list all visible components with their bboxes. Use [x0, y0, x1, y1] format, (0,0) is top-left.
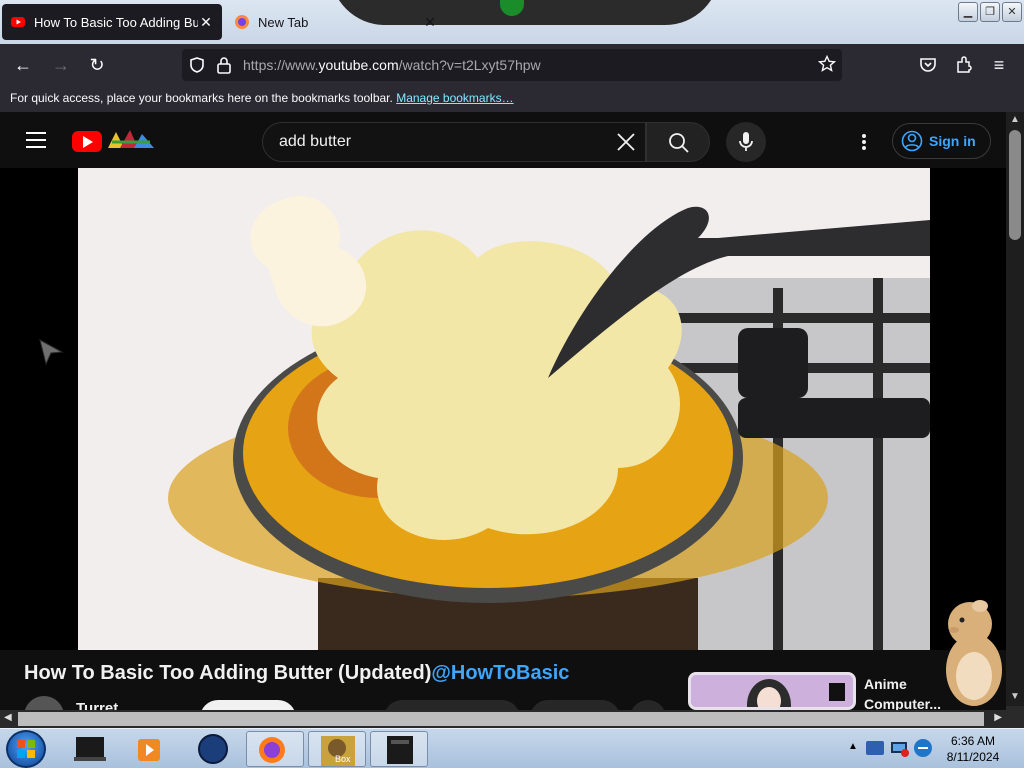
- tab-close-button[interactable]: ✕: [422, 14, 438, 31]
- scrollbar-corner: [1006, 706, 1024, 728]
- youtube-favicon-icon: [11, 17, 25, 27]
- voice-search-button[interactable]: [726, 122, 766, 162]
- tray-app-icon[interactable]: [864, 737, 886, 759]
- windows-logo-icon: [17, 740, 35, 758]
- video-player[interactable]: [78, 168, 930, 650]
- show-hidden-icons[interactable]: ▲: [848, 741, 858, 752]
- forward-icon[interactable]: →: [50, 54, 72, 76]
- url-text: https://www.youtube.com/watch?v=t2Lxyt57…: [243, 57, 541, 73]
- horizontal-scrollbar-thumb[interactable]: [18, 712, 984, 726]
- window-icon: [387, 736, 413, 764]
- clear-search-icon[interactable]: [615, 131, 637, 153]
- scroll-down-icon[interactable]: ▼: [1010, 691, 1020, 702]
- taskbar: Box ▲ 6:36 AM 8/11/2024: [0, 728, 1024, 768]
- clock[interactable]: 6:36 AM 8/11/2024: [938, 733, 1008, 765]
- tab-youtube[interactable]: How To Basic Too Adding Butte ✕: [2, 4, 222, 40]
- taskbar-app-globe[interactable]: [184, 731, 242, 767]
- box-app-label: Box: [335, 754, 351, 764]
- network-icon[interactable]: [888, 737, 910, 759]
- channel-name[interactable]: Turret: [76, 700, 118, 710]
- search-box[interactable]: add butter: [262, 122, 646, 162]
- globe-icon: [198, 734, 228, 764]
- edge-icon[interactable]: [912, 737, 934, 759]
- scroll-right-icon[interactable]: ▶: [994, 712, 1002, 723]
- search-icon: [669, 133, 689, 153]
- pocket-icon[interactable]: [918, 55, 938, 75]
- youtube-logo[interactable]: [72, 131, 102, 152]
- channel-avatar[interactable]: [24, 696, 64, 710]
- tab-title: How To Basic Too Adding Butte: [34, 14, 198, 30]
- search-button[interactable]: [646, 122, 710, 162]
- screen: { "browser": { "tabs": [ {"title": "How …: [0, 0, 1024, 768]
- bookmarks-toolbar: For quick access, place your bookmarks h…: [0, 86, 1024, 112]
- youtube-doodle-logo[interactable]: [106, 128, 156, 152]
- desktop-pet-hamster[interactable]: [940, 596, 1006, 708]
- taskbar-app-terminal[interactable]: [60, 731, 118, 767]
- microphone-icon: [739, 132, 753, 151]
- lock-icon[interactable]: [216, 56, 232, 74]
- video-frame: [78, 168, 930, 650]
- thumbnail-image: [691, 675, 853, 707]
- scroll-up-icon[interactable]: ▲: [1010, 114, 1020, 125]
- terminal-icon: [74, 737, 106, 761]
- more-actions-button[interactable]: [630, 700, 666, 710]
- channel-row: Turret: [24, 696, 674, 710]
- firefox-icon: [259, 737, 285, 763]
- firefox-icon: [235, 15, 249, 29]
- channel-handle-link[interactable]: @HowToBasic: [431, 662, 569, 684]
- address-bar[interactable]: https://www.youtube.com/watch?v=t2Lxyt57…: [182, 49, 842, 81]
- navigation-toolbar: ← → ↻ https://www.youtube.com/watch?v=t2…: [0, 44, 1024, 86]
- back-icon[interactable]: ←: [12, 54, 34, 76]
- tab-title: New Tab: [258, 14, 309, 30]
- shield-icon[interactable]: [188, 56, 206, 74]
- reload-icon[interactable]: ↻: [86, 54, 108, 76]
- clock-date: 8/11/2024: [946, 750, 1000, 764]
- taskbar-app-box[interactable]: Box: [308, 731, 366, 767]
- player-gutter-right: [930, 168, 1006, 650]
- clock-time: 6:36 AM: [950, 734, 996, 748]
- sign-in-button[interactable]: Sign in: [892, 123, 991, 159]
- mouse-cursor-icon: [39, 339, 64, 366]
- tab-close-button[interactable]: ✕: [198, 14, 214, 31]
- tab-new-tab[interactable]: New Tab ✕: [226, 4, 446, 40]
- sign-in-label: Sign in: [929, 133, 976, 149]
- taskbar-app-firefox[interactable]: [246, 731, 304, 767]
- scroll-left-icon[interactable]: ◀: [4, 712, 12, 723]
- horizontal-scrollbar[interactable]: ◀ ▶: [0, 710, 1006, 728]
- restore-button[interactable]: ❐: [980, 2, 1000, 22]
- taskbar-app-window[interactable]: [370, 731, 428, 767]
- close-window-button[interactable]: ✕: [1002, 2, 1022, 22]
- youtube-header: add butter Sign in: [0, 112, 1006, 168]
- guide-menu-icon[interactable]: [26, 132, 46, 148]
- manage-bookmarks-link[interactable]: Manage bookmarks…: [396, 91, 513, 105]
- share-button[interactable]: [530, 700, 620, 710]
- player-gutter-left: [0, 168, 78, 650]
- account-icon: [901, 130, 923, 152]
- bookmark-star-icon[interactable]: [818, 55, 836, 73]
- start-button[interactable]: [6, 730, 46, 768]
- video-title: How To Basic Too Adding Butter (Updated)…: [24, 662, 570, 684]
- search-input[interactable]: add butter: [279, 133, 351, 151]
- page-scrollbar[interactable]: ▲ ▼: [1006, 112, 1024, 706]
- media-player-icon: [138, 739, 160, 761]
- more-options-icon[interactable]: [854, 130, 874, 154]
- tab-strip: How To Basic Too Adding Butte ✕ New Tab …: [0, 0, 1024, 44]
- minimize-button[interactable]: ▁: [958, 2, 978, 22]
- related-video-title[interactable]: Anime Computer...: [864, 674, 941, 714]
- menu-icon[interactable]: ≡: [988, 54, 1010, 76]
- bookmarks-hint: For quick access, place your bookmarks h…: [10, 91, 393, 105]
- taskbar-app-media-player[interactable]: [122, 731, 180, 767]
- related-video-thumbnail[interactable]: [688, 672, 856, 710]
- window-controls: ▁ ❐ ✕: [958, 2, 1022, 22]
- extensions-icon[interactable]: [954, 55, 974, 75]
- subscribe-button[interactable]: [200, 700, 296, 710]
- like-dislike-button[interactable]: [384, 700, 520, 710]
- scrollbar-thumb[interactable]: [1009, 130, 1021, 240]
